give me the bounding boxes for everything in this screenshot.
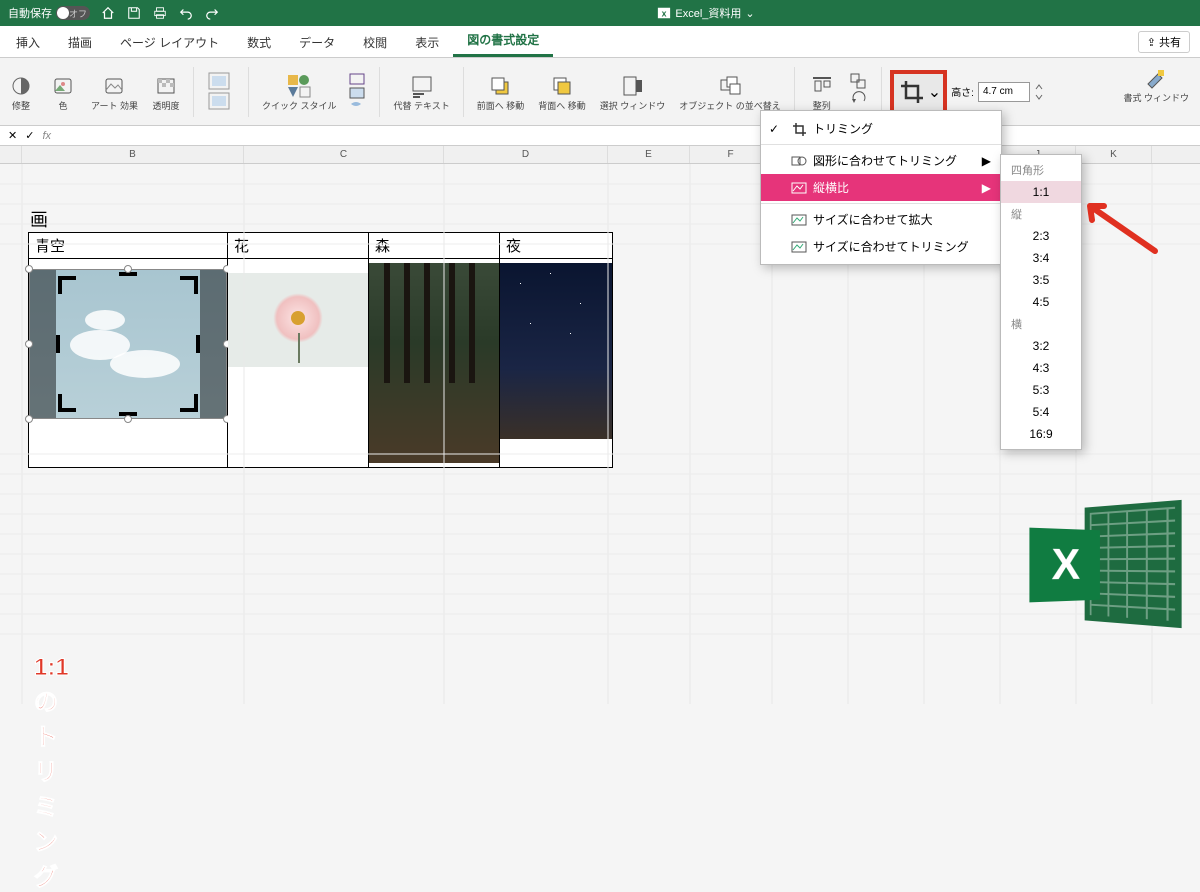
reorder-objects-button[interactable]: オブジェクト の並べ替え <box>674 72 786 112</box>
submenu-item-3-5[interactable]: 3:5 <box>1001 269 1081 291</box>
tab-review[interactable]: 校閲 <box>349 28 401 57</box>
quick-styles-icon <box>285 72 313 100</box>
col-header-D[interactable]: D <box>444 146 608 163</box>
submenu-item-16-9[interactable]: 16:9 <box>1001 423 1081 445</box>
picture-styles[interactable] <box>202 71 240 113</box>
submenu-item-3-2[interactable]: 3:2 <box>1001 335 1081 357</box>
enter-icon[interactable]: ✓ <box>25 129 34 142</box>
group-rotate[interactable] <box>845 71 873 113</box>
color-button[interactable]: 色 <box>44 72 82 112</box>
align-icon <box>808 72 836 100</box>
redo-icon[interactable] <box>204 5 220 21</box>
crop-dropdown-menu: ✓ トリミング 図形に合わせてトリミング ▶ 縦横比 ▶ サイズに合わせて拡大 … <box>760 110 1002 265</box>
tab-data[interactable]: データ <box>285 28 349 57</box>
submenu-header-landscape: 横 <box>1001 313 1081 335</box>
alt-text-icon <box>408 72 436 100</box>
corrections-icon <box>7 72 35 100</box>
col-header-B[interactable]: B <box>22 146 244 163</box>
undo-icon[interactable] <box>178 5 194 21</box>
share-icon: ⇪ <box>1147 36 1156 49</box>
alt-text-button[interactable]: 代替 テキスト <box>388 72 454 112</box>
submenu-header-portrait: 縦 <box>1001 203 1081 225</box>
menu-aspect-ratio[interactable]: 縦横比 ▶ <box>761 174 1001 201</box>
transparency-button[interactable]: 透明度 <box>147 72 185 112</box>
crop-button-highlighted[interactable]: ⌄ <box>890 70 947 114</box>
send-backward-button[interactable]: 背面へ 移動 <box>533 72 591 112</box>
submenu-item-3-4[interactable]: 3:4 <box>1001 247 1081 269</box>
height-label: 高さ: <box>951 84 974 99</box>
submenu-item-5-4[interactable]: 5:4 <box>1001 401 1081 423</box>
fill-icon <box>791 240 807 254</box>
menu-fill[interactable]: サイズに合わせてトリミング <box>761 233 1001 260</box>
fx-label[interactable]: fx <box>42 130 51 142</box>
tab-picture-format[interactable]: 図の書式設定 <box>453 25 553 57</box>
height-field: 高さ: <box>951 82 1044 102</box>
crop-icon <box>896 76 928 108</box>
shape-outline[interactable] <box>345 72 371 112</box>
excel-logo: X <box>1030 494 1180 634</box>
artistic-effects-button[interactable]: アート 効果 <box>86 72 143 112</box>
selection-pane-button[interactable]: 選択 ウィンドウ <box>595 72 671 112</box>
print-icon[interactable] <box>152 5 168 21</box>
submenu-header-square: 四角形 <box>1001 159 1081 181</box>
annotation-arrow <box>1080 196 1160 256</box>
crop-icon <box>791 122 807 136</box>
selection-pane-icon <box>619 72 647 100</box>
titlebar: 自動保存 オフ x Excel_資料用 ⌄ <box>0 0 1200 26</box>
artistic-icon <box>100 72 128 100</box>
align-button[interactable]: 整列 <box>803 72 841 112</box>
stepper-icon[interactable] <box>1034 83 1044 101</box>
menu-trim[interactable]: ✓ トリミング <box>761 115 1001 142</box>
formula-bar: ✕ ✓ fx <box>0 126 1200 146</box>
quick-access-toolbar <box>100 5 220 21</box>
fit-icon <box>791 213 807 227</box>
submenu-arrow-icon: ▶ <box>982 181 991 195</box>
bring-forward-button[interactable]: 前面へ 移動 <box>472 72 530 112</box>
share-button[interactable]: ⇪ 共有 <box>1138 31 1190 53</box>
autosave-toggle[interactable]: オフ <box>56 6 90 20</box>
svg-text:x: x <box>662 9 667 19</box>
ribbon-tabs: 挿入 描画 ページ レイアウト 数式 データ 校閲 表示 図の書式設定 ⇪ 共有 <box>0 26 1200 58</box>
submenu-item-4-3[interactable]: 4:3 <box>1001 357 1081 379</box>
document-title: x Excel_資料用 ⌄ <box>220 5 1192 21</box>
format-pane-button[interactable]: 書式 ウィンドウ <box>1118 64 1194 104</box>
cancel-icon[interactable]: ✕ <box>8 129 17 142</box>
tab-draw[interactable]: 描画 <box>54 28 106 57</box>
tab-insert[interactable]: 挿入 <box>2 28 54 57</box>
tab-view[interactable]: 表示 <box>401 28 453 57</box>
ribbon: 修整 色 アート 効果 透明度 クイック スタイル 代替 テキスト 前面へ 移動… <box>0 58 1200 126</box>
submenu-item-1-1[interactable]: 1:1 <box>1001 181 1081 203</box>
submenu-arrow-icon: ▶ <box>982 154 991 168</box>
aspect-ratio-submenu: 四角形 1:1 縦 2:3 3:4 3:5 4:5 横 3:2 4:3 5:3 … <box>1000 154 1082 450</box>
col-header-E[interactable]: E <box>608 146 690 163</box>
select-all-corner[interactable] <box>0 146 22 163</box>
crop-dropdown-caret[interactable]: ⌄ <box>928 82 941 102</box>
quick-styles-button[interactable]: クイック スタイル <box>257 72 342 112</box>
check-icon: ✓ <box>769 122 779 136</box>
submenu-item-4-5[interactable]: 4:5 <box>1001 291 1081 313</box>
col-header-K[interactable]: K <box>1076 146 1152 163</box>
tab-formulas[interactable]: 数式 <box>233 28 285 57</box>
col-header-C[interactable]: C <box>244 146 444 163</box>
excel-file-icon: x <box>657 6 671 20</box>
save-icon[interactable] <box>126 5 142 21</box>
menu-crop-to-shape[interactable]: 図形に合わせてトリミング ▶ <box>761 147 1001 174</box>
reorder-icon <box>716 72 744 100</box>
crop-to-shape-icon <box>791 154 807 168</box>
send-backward-icon <box>548 72 576 100</box>
format-pane-icon <box>1142 64 1170 92</box>
bring-forward-icon <box>486 72 514 100</box>
height-input[interactable] <box>978 82 1030 102</box>
submenu-item-2-3[interactable]: 2:3 <box>1001 225 1081 247</box>
tab-pagelayout[interactable]: ページ レイアウト <box>106 28 233 57</box>
transparency-icon <box>152 72 180 100</box>
color-icon <box>49 72 77 100</box>
autosave-label: 自動保存 <box>8 5 52 21</box>
dropdown-caret-icon[interactable]: ⌄ <box>745 7 754 20</box>
home-icon[interactable] <box>100 5 116 21</box>
corrections-button[interactable]: 修整 <box>2 72 40 112</box>
menu-fit[interactable]: サイズに合わせて拡大 <box>761 206 1001 233</box>
submenu-item-5-3[interactable]: 5:3 <box>1001 379 1081 401</box>
aspect-ratio-icon <box>791 181 807 195</box>
